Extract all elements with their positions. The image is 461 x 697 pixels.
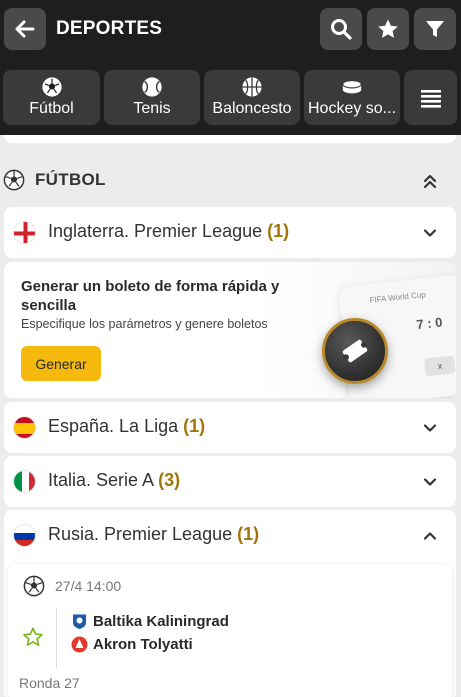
match-round: Ronda 27 (19, 675, 80, 691)
team-away: Akron Tolyatti (71, 636, 193, 653)
generate-button[interactable]: Generar (21, 346, 101, 381)
soccer-ball-icon (41, 77, 62, 97)
basketball-icon (242, 77, 262, 97)
more-sports-button[interactable] (404, 70, 457, 125)
league-count: (1) (237, 524, 260, 544)
team-name: Akron Tolyatti (93, 636, 193, 653)
page-title: DEPORTES (56, 18, 163, 39)
team-name: Baltika Kaliningrad (93, 613, 229, 630)
app-header: DEPORTES Fútbol Tenis Baloncesto Hockey … (0, 0, 461, 135)
ticket-generator-promo: Generar un boleto de forma rápida y senc… (4, 262, 456, 398)
tab-label: Hockey so... (307, 100, 397, 117)
divider (56, 608, 57, 668)
tab-label: Baloncesto (212, 100, 292, 117)
italy-flag-icon (13, 470, 36, 493)
russia-flag-icon (13, 524, 36, 547)
promo-title: Generar un boleto de forma rápida y senc… (21, 278, 280, 314)
tab-label: Fútbol (29, 100, 74, 117)
arrow-left-icon (15, 20, 35, 38)
league-row-russia[interactable]: Rusia. Premier League (1) (4, 510, 456, 561)
content-area: FÚTBOL Inglaterra. Premier League (1) Ge… (0, 135, 461, 697)
filter-icon (426, 21, 444, 37)
tab-futbol[interactable]: Fútbol (3, 70, 100, 125)
chevron-down-icon (423, 229, 437, 237)
search-icon (331, 19, 352, 40)
league-name: Rusia. Premier League (1) (48, 524, 260, 544)
league-row-italy[interactable]: Italia. Serie A (3) (4, 456, 456, 507)
filter-button[interactable] (414, 8, 456, 50)
section-title: FÚTBOL (35, 170, 106, 189)
card-x: x (424, 355, 456, 377)
previous-card-edge (4, 135, 456, 143)
tab-hockey[interactable]: Hockey so... (304, 70, 400, 125)
chevron-down-icon (423, 478, 437, 486)
card-score: 7 : 0 (415, 314, 444, 333)
sport-tabs: Fútbol Tenis Baloncesto Hockey so... (0, 70, 461, 126)
chevron-up-icon (423, 532, 437, 540)
soccer-ball-icon (23, 575, 45, 597)
league-name: Inglaterra. Premier League (1) (48, 221, 290, 241)
soccer-ball-icon (3, 169, 25, 191)
baltika-crest-icon (73, 614, 86, 629)
back-button[interactable] (4, 8, 46, 50)
league-count: (1) (183, 416, 206, 436)
card-label: FIFA World Cup (369, 290, 427, 305)
league-count: (3) (158, 470, 181, 490)
england-flag-icon (13, 221, 36, 244)
favorites-button[interactable] (367, 8, 409, 50)
tennis-ball-icon (142, 77, 162, 97)
league-row-spain[interactable]: España. La Liga (1) (4, 402, 456, 453)
search-button[interactable] (320, 8, 362, 50)
spain-flag-icon (13, 416, 36, 439)
match-card[interactable]: 27/4 14:00 Baltika Kaliningrad Akron Tol… (8, 564, 452, 697)
star-icon (378, 19, 398, 38)
double-chevron-up-icon[interactable] (420, 171, 440, 191)
league-name: España. La Liga (1) (48, 416, 206, 436)
section-header[interactable]: FÚTBOL (0, 167, 461, 195)
chevron-down-icon (423, 424, 437, 432)
favorite-star-icon[interactable] (22, 626, 44, 648)
match-datetime: 27/4 14:00 (55, 578, 122, 594)
tab-baloncesto[interactable]: Baloncesto (204, 70, 300, 125)
league-count: (1) (267, 221, 290, 241)
team-home: Baltika Kaliningrad (71, 613, 229, 630)
menu-icon (420, 89, 441, 108)
league-name: Italia. Serie A (3) (48, 470, 181, 490)
ticket-coin-icon (322, 318, 388, 384)
akron-crest-icon (71, 636, 88, 653)
league-row-england[interactable]: Inglaterra. Premier League (1) (4, 207, 456, 258)
hockey-puck-icon (342, 80, 362, 94)
tab-tenis[interactable]: Tenis (104, 70, 200, 125)
tab-label: Tenis (133, 100, 171, 117)
promo-subtitle: Especifique los parámetros y genere bole… (21, 317, 268, 331)
match-container: 27/4 14:00 Baltika Kaliningrad Akron Tol… (4, 560, 456, 697)
